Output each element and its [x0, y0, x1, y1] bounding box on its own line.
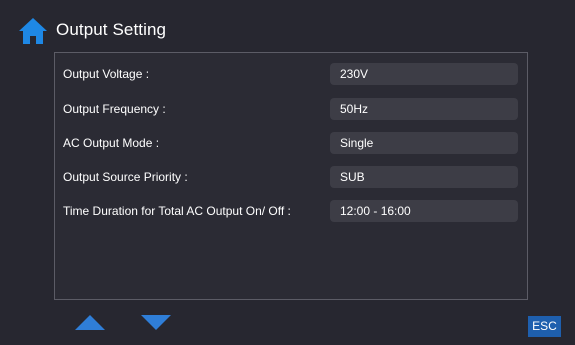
output-voltage-value[interactable]: 230V	[330, 63, 518, 85]
setting-row-output-source-priority[interactable]: Output Source Priority : SUB	[55, 166, 527, 188]
page-title: Output Setting	[56, 20, 167, 39]
setting-label: Output Frequency :	[63, 102, 166, 116]
setting-label: Time Duration for Total AC Output On/ Of…	[63, 204, 291, 218]
triangle-up-icon[interactable]	[73, 312, 107, 332]
time-duration-value[interactable]: 12:00 - 16:00	[330, 200, 518, 222]
settings-panel: Output Voltage : 230V Output Frequency :…	[54, 52, 528, 300]
setting-label: Output Source Priority :	[63, 170, 188, 184]
setting-label: AC Output Mode :	[63, 136, 160, 150]
setting-row-time-duration[interactable]: Time Duration for Total AC Output On/ Of…	[55, 200, 527, 222]
setting-label: Output Voltage :	[63, 67, 150, 81]
setting-row-ac-output-mode[interactable]: AC Output Mode : Single	[55, 132, 527, 154]
output-frequency-value[interactable]: 50Hz	[330, 98, 518, 120]
triangle-down-icon[interactable]	[139, 312, 173, 332]
home-icon[interactable]	[18, 17, 48, 45]
esc-button[interactable]: ESC	[528, 316, 561, 337]
setting-row-output-frequency[interactable]: Output Frequency : 50Hz	[55, 98, 527, 120]
output-source-priority-value[interactable]: SUB	[330, 166, 518, 188]
output-setting-screen: Output Setting Output Voltage : 230V Out…	[0, 0, 575, 345]
ac-output-mode-value[interactable]: Single	[330, 132, 518, 154]
setting-row-output-voltage[interactable]: Output Voltage : 230V	[55, 63, 527, 85]
